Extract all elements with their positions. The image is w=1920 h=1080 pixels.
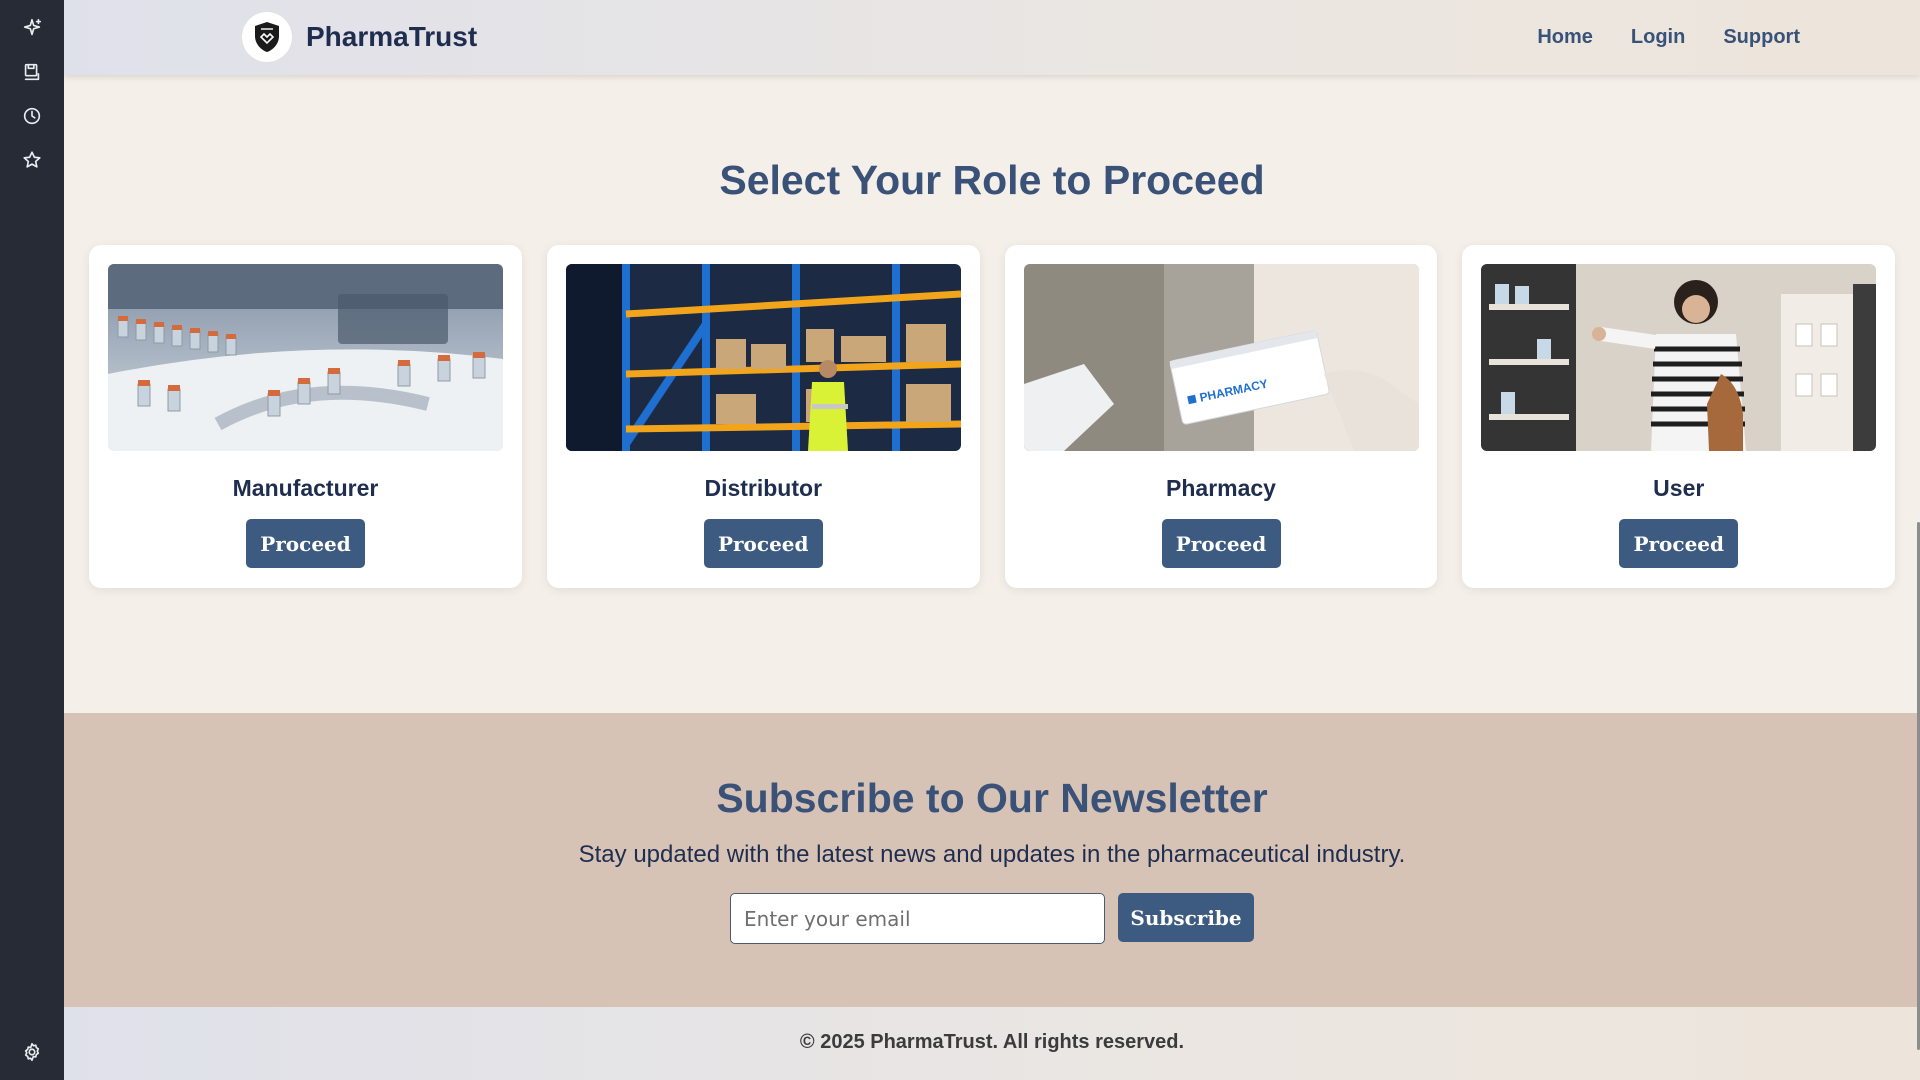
nav-link-login[interactable]: Login (1631, 26, 1685, 49)
shopper-in-pharmacy-image (1481, 264, 1877, 451)
brand-name: PharmaTrust (306, 21, 478, 52)
role-card-user: User Proceed (1462, 245, 1895, 588)
warehouse-worker-image (565, 264, 961, 451)
subscribe-button[interactable]: Subscribe (1118, 893, 1254, 942)
gear-icon[interactable] (16, 1036, 48, 1068)
nav-link-support[interactable]: Support (1723, 26, 1800, 49)
role-label: Distributor (704, 475, 823, 501)
role-card-manufacturer: Manufacturer Proceed (89, 245, 522, 588)
star-icon[interactable] (16, 144, 48, 176)
role-label: Manufacturer (232, 475, 379, 501)
shield-logo-icon (242, 12, 292, 62)
pharmacy-box-handoff-image: PHARMACY (1023, 264, 1419, 451)
save-icon[interactable] (16, 56, 48, 88)
proceed-button-distributor[interactable]: Proceed (703, 519, 823, 568)
proceed-button-user[interactable]: Proceed (1619, 519, 1739, 568)
history-icon[interactable] (16, 100, 48, 132)
sparkle-icon[interactable] (16, 12, 48, 44)
role-label: User (1653, 475, 1705, 501)
nav-links: Home Login Support (1537, 0, 1800, 75)
newsletter-form: Subscribe (730, 893, 1254, 944)
footer: © 2025 PharmaTrust. All rights reserved. (64, 1007, 1920, 1080)
brand[interactable]: PharmaTrust (242, 12, 477, 62)
email-input[interactable] (730, 893, 1105, 944)
roles-title: Select Your Role to Proceed (719, 157, 1265, 203)
proceed-button-manufacturer[interactable]: Proceed (246, 519, 365, 568)
role-label: Pharmacy (1166, 475, 1276, 501)
newsletter-title: Subscribe to Our Newsletter (716, 775, 1268, 821)
page-viewport: PharmaTrust Home Login Support Select Yo… (64, 0, 1920, 1080)
role-selection-section: Select Your Role to Proceed Manufacturer… (64, 75, 1920, 713)
role-cards: Manufacturer Proceed Distributor Proceed… (89, 245, 1895, 588)
newsletter-section: Subscribe to Our Newsletter Stay updated… (64, 713, 1920, 1007)
role-card-pharmacy: PHARMACY Pharmacy Proceed (1004, 245, 1438, 588)
top-navbar: PharmaTrust Home Login Support (64, 0, 1920, 75)
role-card-distributor: Distributor Proceed (546, 245, 980, 588)
manufacturing-line-image (108, 264, 503, 451)
nav-link-home[interactable]: Home (1537, 26, 1593, 49)
browser-sidebar (0, 0, 64, 1080)
newsletter-description: Stay updated with the latest news and up… (578, 841, 1406, 868)
proceed-button-pharmacy[interactable]: Proceed (1161, 519, 1281, 568)
copyright-text: © 2025 PharmaTrust. All rights reserved. (799, 1031, 1185, 1053)
